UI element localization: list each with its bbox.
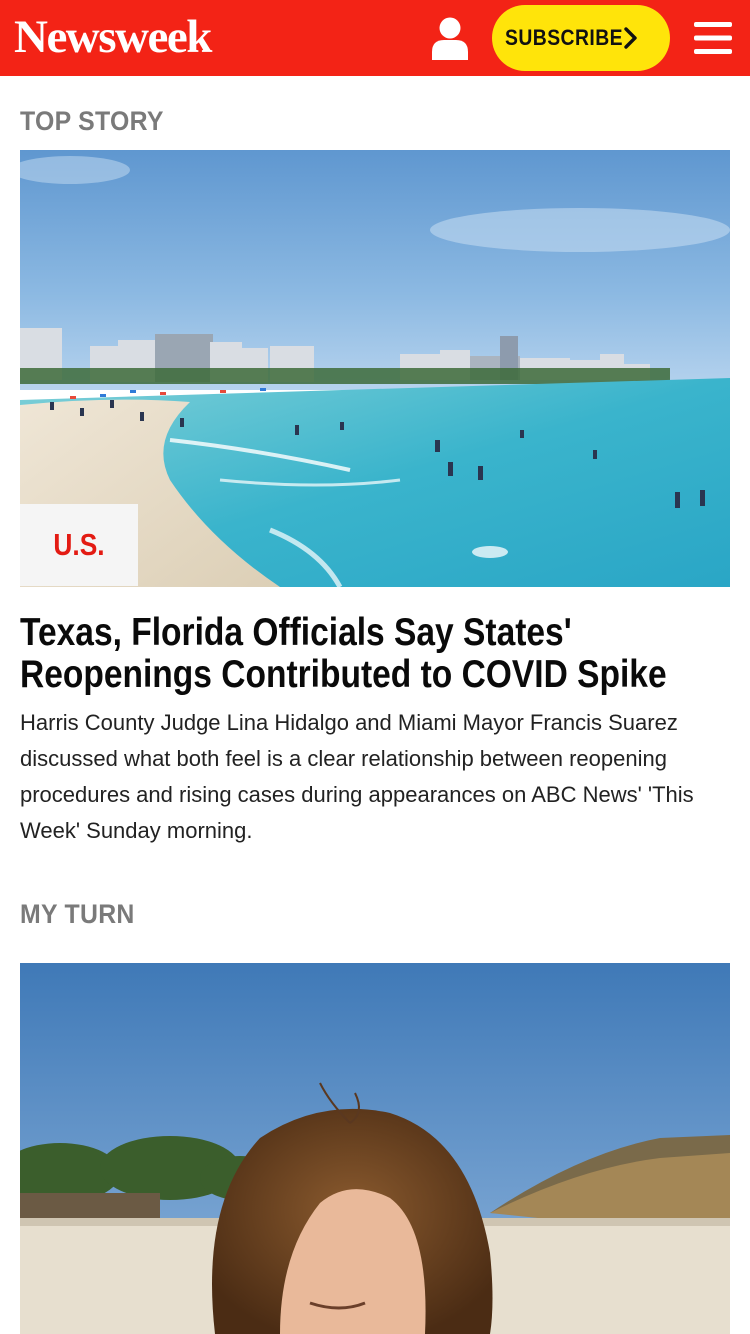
top-story-headline[interactable]: Texas, Florida Officials Say States' Reo… — [20, 612, 734, 696]
newsweek-logo[interactable]: Newsweek — [14, 9, 212, 65]
subscribe-label: SUBSCRIBE — [505, 25, 623, 50]
user-icon[interactable] — [430, 16, 470, 60]
subscribe-button[interactable]: SUBSCRIBE — [492, 5, 670, 71]
category-label: U.S. — [53, 527, 105, 562]
top-story-summary: Harris County Judge Lina Hidalgo and Mia… — [20, 710, 694, 843]
woman-beach-photo — [20, 963, 730, 1334]
category-tag[interactable]: U.S. — [20, 504, 138, 586]
chevron-right-icon — [624, 27, 637, 49]
site-header: Newsweek SUBSCRIBE — [0, 0, 750, 76]
my-turn-image[interactable] — [20, 963, 730, 1334]
section-label-my-turn: MY TURN — [20, 899, 135, 929]
section-label-top-story: TOP STORY — [20, 106, 164, 136]
hamburger-menu-icon[interactable] — [694, 21, 732, 55]
